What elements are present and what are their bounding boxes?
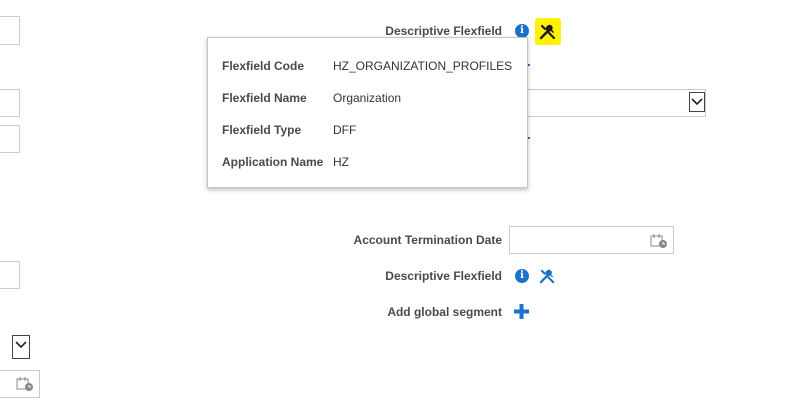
- info-icon[interactable]: i: [515, 269, 529, 283]
- popup-value: DFF: [333, 123, 357, 137]
- left-field-2[interactable]: [0, 89, 20, 117]
- flexfield-info-popup: Flexfield Code HZ_ORGANIZATION_PROFILES …: [207, 37, 528, 188]
- calendar-icon[interactable]: [16, 376, 34, 392]
- chevron-down-icon[interactable]: [12, 335, 30, 359]
- popup-value: Organization: [333, 91, 402, 105]
- popup-key: Flexfield Type: [222, 123, 302, 137]
- popup-key: Flexfield Code: [222, 59, 305, 73]
- select-field[interactable]: [505, 89, 706, 117]
- account-termination-date-input[interactable]: [509, 226, 674, 254]
- wrench-screwdriver-icon[interactable]: [539, 268, 555, 284]
- info-icon[interactable]: i: [515, 24, 529, 38]
- calendar-icon[interactable]: [650, 233, 668, 249]
- left-date-field[interactable]: [0, 370, 40, 398]
- popup-value: HZ_ORGANIZATION_PROFILES: [333, 59, 513, 73]
- plus-icon[interactable]: [514, 304, 529, 319]
- tools-icon-highlight[interactable]: [535, 18, 561, 45]
- account-termination-date-label: Account Termination Date: [353, 233, 502, 247]
- left-field-4[interactable]: [0, 261, 20, 289]
- chevron-down-icon[interactable]: [689, 92, 705, 112]
- popup-key: Application Name: [222, 155, 324, 169]
- popup-key: Flexfield Name: [222, 91, 307, 105]
- left-field-3[interactable]: [0, 125, 20, 153]
- descriptive-flexfield-label-bottom: Descriptive Flexfield: [385, 269, 502, 283]
- wrench-screwdriver-icon: [539, 24, 556, 40]
- popup-value: HZ: [333, 155, 349, 169]
- descriptive-flexfield-label-top: Descriptive Flexfield: [385, 24, 502, 38]
- left-select[interactable]: [0, 334, 32, 361]
- add-global-segment-label: Add global segment: [387, 305, 502, 319]
- left-field-1[interactable]: [0, 16, 20, 45]
